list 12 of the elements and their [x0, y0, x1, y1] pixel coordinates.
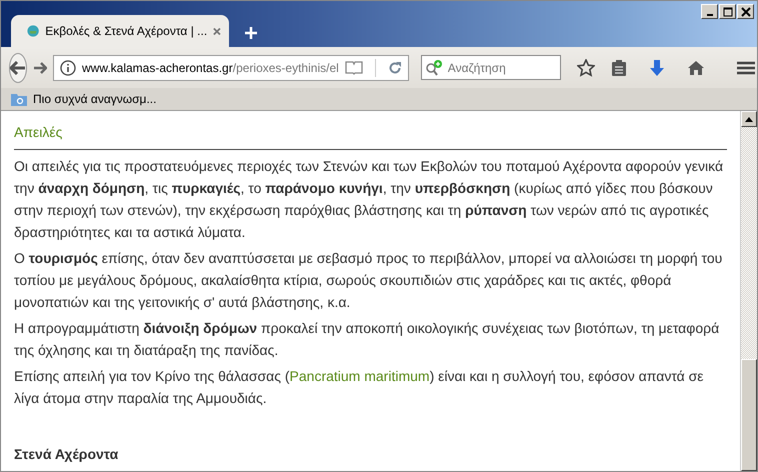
paragraph: Οι απειλές για τις προστατευόμενες περιοχές των Στενών και των Εκβολών του ποταμού Αχέροντα αφορούν γενικά την άναρχη δόμηση, τις πυρκαγιές, το παράνομο κυνήγι, την υπερβόσκηση (κυρίως από γίδες που βόσκουν στην περιοχή των στενών), την εκχέρσωση παρόχθιας βλάστησης και τη ρύπανση των νερών από τις αγροτικές δραστηριότητες και τα αστικά λύματα.	[14, 157, 724, 242]
search-field[interactable]: Αναζήτηση	[420, 55, 561, 80]
paragraph: Ο τουρισμός επίσης, όταν δεν αναπτύσσεται με σεβασμό προς το περιβάλλον, μπορεί να αλλοιώσει τη μορφή του τοπίου με μεγάλους δρόμους, ακαλαίσθητα κτίρια, σωρούς σκουπιδιών στις χαράδρες και τις ακτές, φθορά μονοπατιών και της γειτονικής σ' αυτά βλάστησης, κ.α.	[14, 249, 724, 312]
bookmark-folder[interactable]: Πιο συχνά αναγνωσμ...	[11, 90, 156, 108]
paragraph: Επίσης απειλή για τον Κρίνο της θάλασσας (Pancratium maritimum) είναι και η συλλογή του, εφόσον απαντά σε λίγα άτομα στην παραλία της Αμμουδιάς.	[14, 367, 705, 408]
address-bar[interactable]: www.kalamas-acherontas.gr/perioxes-eythinis/el	[53, 54, 409, 80]
species-link[interactable]: Pancratium maritimum	[290, 368, 430, 384]
url-text: www.kalamas-acherontas.gr/perioxes-eythinis/el	[82, 60, 339, 76]
section-heading: Στενά Αχέροντα	[14, 445, 120, 464]
section-heading: Απειλές	[14, 121, 727, 150]
browser-tab[interactable]: Εκβολές & Στενά Αχέροντα | ...	[11, 15, 229, 47]
paragraph: Η απρογραμμάτιστη διάνοιξη δρόμων προκαλεί την αποκοπή οικολογικής συνέχειας των βιοτόπων, τη μεταφορά της όχλησης και τη διατάραξη της πανίδας.	[14, 319, 720, 360]
